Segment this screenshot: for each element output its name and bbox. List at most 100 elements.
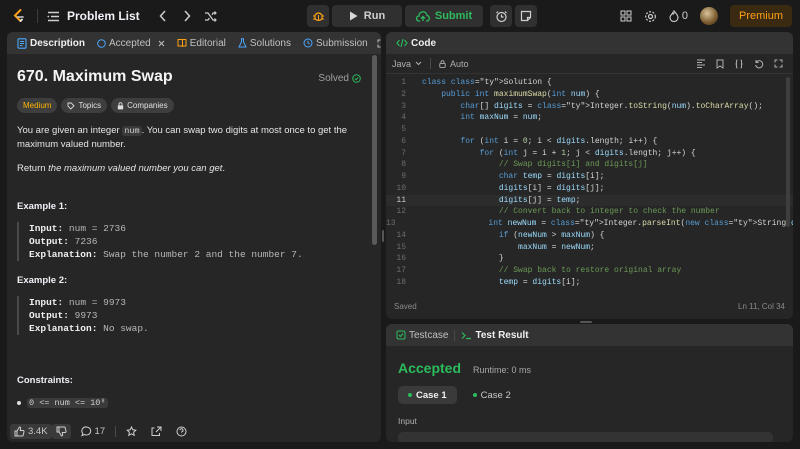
gear-icon[interactable] [644,10,657,23]
comments-button[interactable]: 17 [77,424,110,439]
tab-submissions[interactable]: Submission [297,38,374,49]
streak-counter[interactable]: 0 [669,10,688,22]
constraint-code: 0 <= num <= 10⁸ [27,398,108,408]
problem-content: 670. Maximum Swap Medium Topics Companie… [7,68,381,408]
tab-code-label: Code [411,37,436,49]
problem-list-button[interactable]: Problem List [47,9,140,23]
code-text: int newNum = class="ty">Integer.parseInt… [488,219,793,228]
top-bar: Problem List Run Submit 0 Premium [0,0,800,32]
description-text: Return [17,163,49,174]
line-number: 1 [401,78,406,87]
code-line[interactable]: 9 char temp = digits[i]; [386,171,793,183]
share-button[interactable] [147,424,166,439]
line-number: 16 [396,254,406,264]
submit-button[interactable]: Submit [405,5,483,27]
notes-button[interactable] [515,5,537,27]
code-line[interactable]: 11 digits[j] = temp; [386,194,793,207]
code-line[interactable]: 7 for (int j = i + 1; j < digits.length;… [386,148,793,160]
tab-code[interactable]: Code [390,38,442,49]
code-line[interactable]: 3 char[] digits = class="ty">Integer.toS… [386,101,793,113]
code-line[interactable]: 2 public int maximumSwap(int num) { [386,89,793,101]
case-1-button[interactable]: Case 1 [398,386,457,404]
tab-accepted[interactable]: Accepted [91,38,171,49]
tab-description[interactable]: Description [11,38,91,49]
input-value-box [398,432,773,442]
avatar[interactable] [699,7,718,25]
maximize-icon[interactable] [377,39,381,48]
code-editor[interactable]: 1 class class="ty">Solution {2 public int… [386,77,793,297]
line-number: 3 [401,101,406,111]
companies-chip[interactable]: Companies [111,98,174,113]
thumbs-down-icon [56,426,67,437]
reset-icon[interactable] [754,59,764,69]
horizontal-resize-handle[interactable] [580,321,592,323]
dislike-button[interactable] [51,423,71,439]
shuffle-icon[interactable] [200,5,222,27]
line-number: 4 [401,113,406,123]
chevron-right-icon[interactable] [176,5,198,27]
chevron-left-icon[interactable] [152,5,174,27]
pass-dot-icon [408,393,412,397]
tab-editorial[interactable]: Editorial [171,38,232,49]
auto-mode-label: Auto [450,58,469,69]
leetcode-logo-icon[interactable] [10,7,28,25]
braces-icon[interactable] [734,59,744,69]
tab-testcase[interactable]: Testcase [390,330,454,341]
close-icon[interactable] [158,40,165,47]
code-line[interactable]: 13 int newNum = class="ty">Integer.parse… [386,218,793,230]
layout-grid-icon[interactable] [620,10,632,22]
premium-button[interactable]: Premium [729,5,792,27]
list-icon [47,11,60,22]
explanation-value: No swap. [97,323,149,334]
auto-mode-toggle[interactable]: Auto [439,59,469,69]
test-panel: Testcase Test Result Accepted Runtime: 0… [386,324,793,442]
case-2-button[interactable]: Case 2 [463,386,521,404]
run-button[interactable]: Run [332,5,402,27]
expand-icon[interactable] [774,59,783,69]
code-line[interactable]: 6 for (int i = 0; i < digits.length; i++… [386,136,793,148]
output-key: Output: [29,236,69,247]
favorite-button[interactable] [122,424,141,439]
like-button[interactable]: 3.4K [10,423,52,439]
explanation-key: Explanation: [29,249,98,260]
code-line[interactable]: 12 // Convert back to integer to check t… [386,206,793,218]
cursor-position: Ln 11, Col 34 [738,302,785,311]
tab-solutions[interactable]: Solutions [232,38,297,49]
scrollbar[interactable] [372,55,377,245]
line-number: 10 [396,183,406,193]
example-1-title: Example 1: [17,201,68,212]
check-circle-icon [97,38,106,48]
editor-scrollbar[interactable] [786,77,790,227]
code-line[interactable]: 15 maxNum = newNum; [386,242,793,254]
format-icon[interactable] [696,59,706,69]
vertical-resize-handle[interactable] [382,230,384,242]
description-text: . [222,163,226,174]
line-number: 9 [401,172,406,181]
tag-icon [67,102,76,110]
debug-button[interactable] [307,5,329,27]
output-key: Output: [29,310,69,321]
tab-test-result[interactable]: Test Result [455,330,534,341]
bug-icon [312,10,325,23]
code-line[interactable]: 4 int maxNum = num; [386,112,793,124]
save-status: Saved [394,302,417,311]
code-panel: Code Java Auto 1 class class="ty">Solutio… [386,32,793,319]
topics-chip[interactable]: Topics [61,98,108,113]
code-line[interactable]: 10 digits[i] = digits[j]; [386,183,793,195]
example-1-box: Input: num = 2736 Output: 7236 Explanati… [17,222,371,261]
bookmark-icon[interactable] [716,59,724,69]
code-line[interactable]: 5 [386,124,793,136]
code-line[interactable]: 1 class class="ty">Solution { [386,77,793,89]
code-line[interactable]: 8 // Swap digits[i] and digits[j] [386,159,793,171]
share-icon [151,426,162,437]
code-line[interactable]: 16 } [386,253,793,265]
code-line[interactable]: 18 temp = digits[i]; [386,277,793,289]
help-button[interactable] [172,424,191,439]
tab-editorial-label: Editorial [189,37,226,49]
code-line[interactable]: 14 if (newNum > maxNum) { [386,230,793,242]
timer-button[interactable] [490,5,512,27]
code-line[interactable]: 17 // Swap back to restore original arra… [386,265,793,277]
language-select[interactable]: Java [392,59,422,69]
terminal-icon [461,331,472,340]
